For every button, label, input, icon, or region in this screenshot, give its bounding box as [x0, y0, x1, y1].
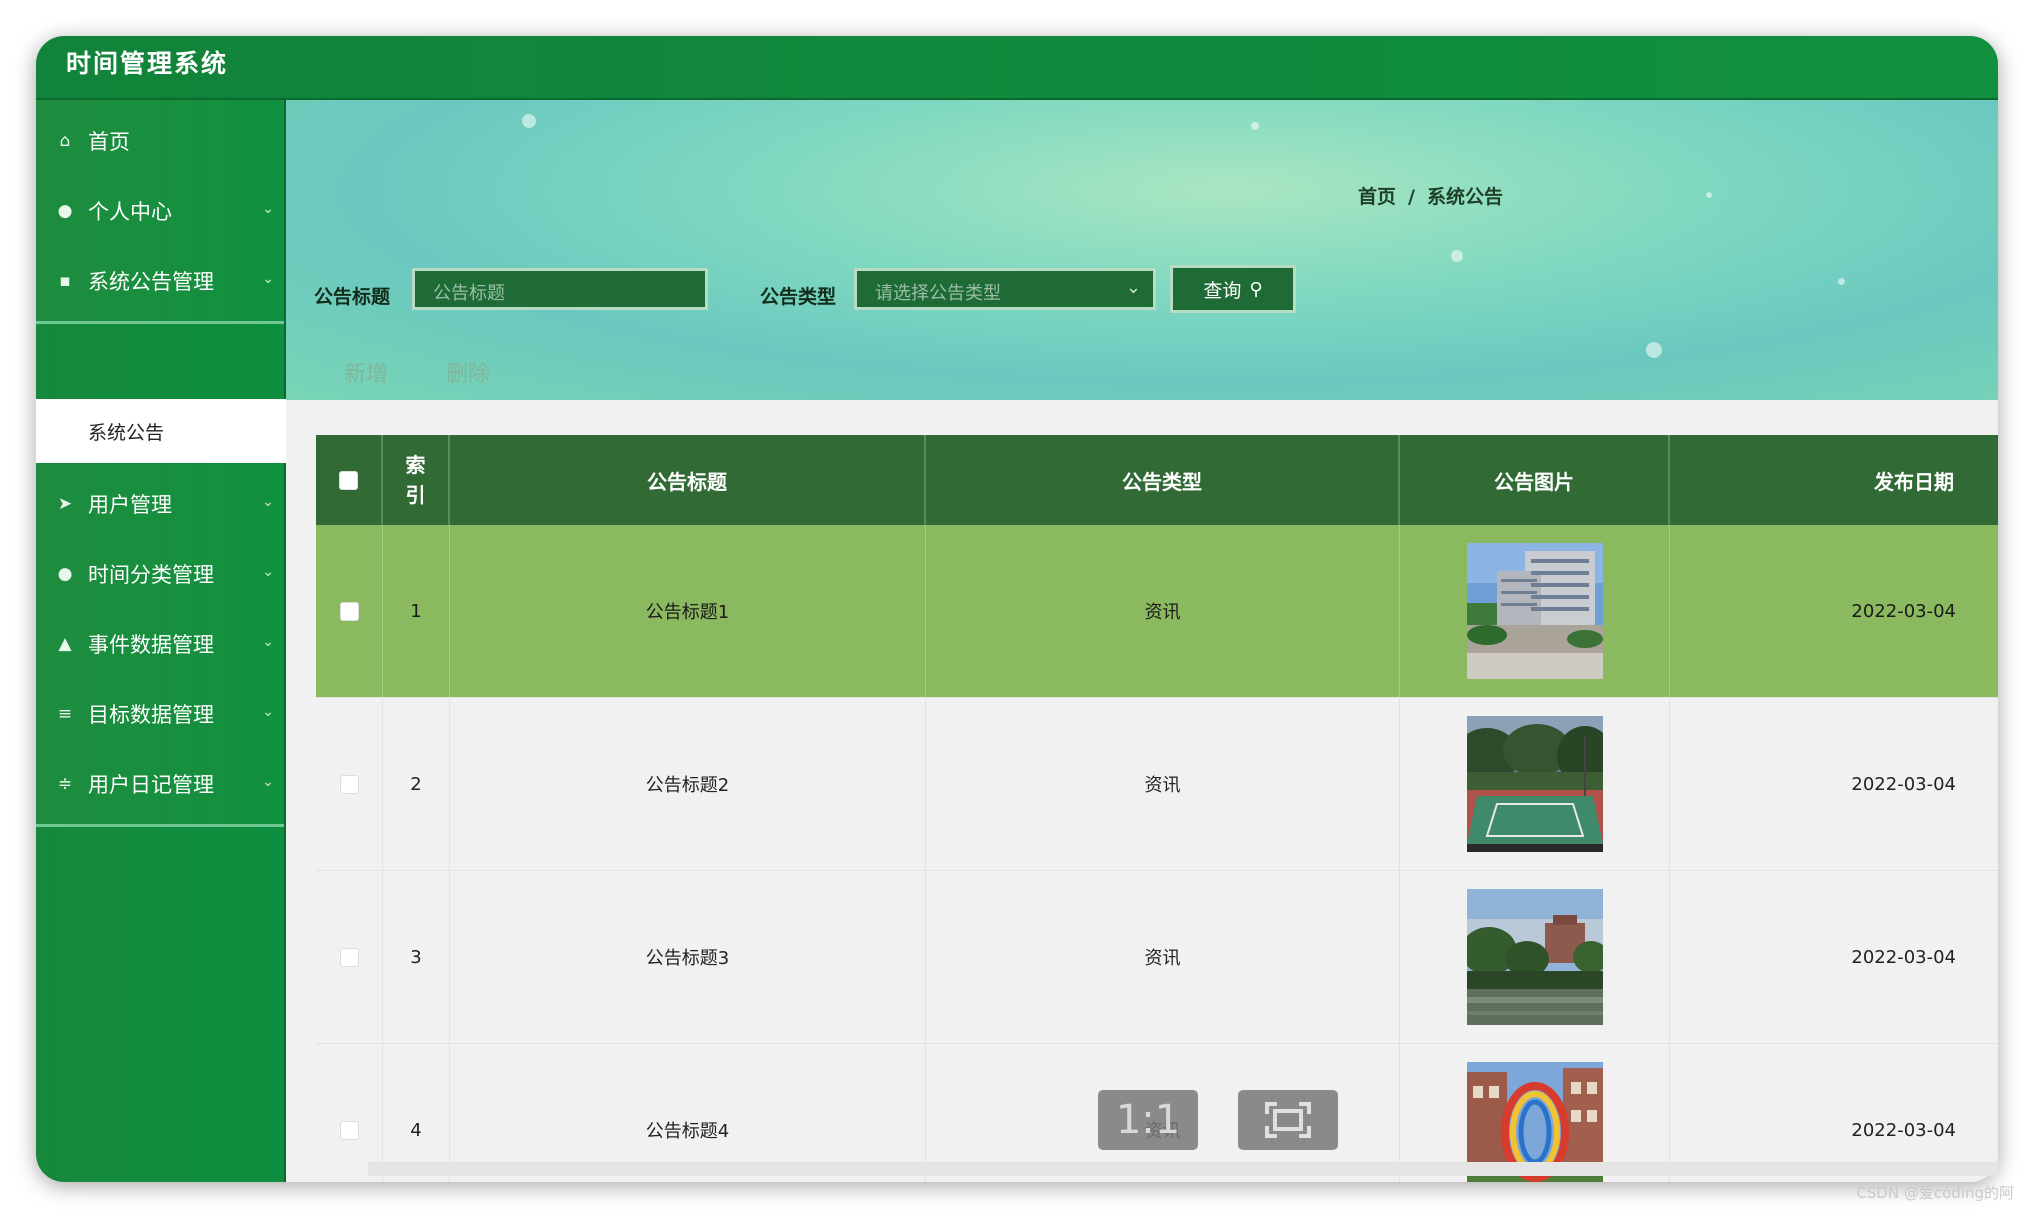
lake-building-photo[interactable]: [1466, 889, 1603, 1025]
main-content: 首页 / 系统公告 公告标题 公告标题 公告类型 请选择公告类型 ⌄ 查询 ⚲ 新增…: [286, 100, 1998, 1182]
sidebar-item-label: 个人中心: [88, 199, 172, 224]
chevron-down-icon: ⌄: [262, 774, 274, 790]
row-checkbox[interactable]: [339, 947, 359, 967]
index-cell: 2: [383, 698, 450, 870]
campus-buildings-photo[interactable]: [1466, 543, 1603, 679]
sparkle-dot: [1838, 278, 1845, 285]
breadcrumb-home[interactable]: 首页: [1358, 186, 1396, 208]
sidebar: ⌂ 首页 ● 个人中心 ⌄ ▪ 系统公告管理 ⌄ 系统公告 ➤ 用户管理 ⌄ ●…: [36, 100, 286, 1182]
basketball-court-photo[interactable]: [1466, 716, 1603, 852]
index-cell: 3: [383, 871, 450, 1043]
fit-screen-icon: [1265, 1102, 1311, 1138]
sidebar-item-label: 目标数据管理: [88, 702, 214, 727]
select-all-checkbox[interactable]: [339, 470, 358, 490]
chevron-down-icon: ⌄: [262, 704, 274, 720]
sidebar-item-label: 用户日记管理: [88, 772, 214, 797]
date-cell: 2022-03-04: [1851, 600, 1956, 622]
add-button[interactable]: 新增: [344, 356, 388, 388]
sparkle-dot: [1706, 192, 1712, 198]
pin-icon: ●: [57, 563, 73, 584]
row-select-cell: [316, 698, 383, 870]
send-icon: ➤: [57, 493, 73, 514]
image-cell: [1400, 871, 1670, 1043]
title-header: 公告标题: [450, 435, 926, 525]
top-bar: 时间管理系统: [36, 36, 1998, 100]
home-icon: ⌂: [59, 130, 71, 151]
sidebar-item-label: 用户管理: [88, 492, 172, 517]
chevron-down-icon: ⌄: [262, 634, 274, 650]
sparkle-dot: [1451, 250, 1463, 262]
table-row[interactable]: 3 公告标题3 资讯 2022-03-04: [316, 871, 1998, 1044]
title-search-input[interactable]: 公告标题: [412, 268, 708, 310]
index-header: 索 引: [383, 435, 450, 525]
announcement-table: 索 引 公告标题 公告类型 公告图片 发布日期 1 公告标题1 资讯 2022-…: [316, 435, 1998, 1182]
search-button[interactable]: 查询 ⚲: [1170, 265, 1296, 313]
delete-button[interactable]: 删除: [446, 356, 490, 388]
date-cell: 2022-03-04: [1851, 773, 1956, 795]
chevron-down-icon: ⌄: [1125, 277, 1141, 298]
title-filter-label: 公告标题: [314, 286, 391, 308]
row-select-cell: [316, 525, 383, 697]
breadcrumb-separator: /: [1408, 186, 1415, 208]
search-button-label: 查询: [1203, 279, 1242, 302]
type-select-placeholder: 请选择公告类型: [875, 283, 1001, 304]
sliders-icon: ≑: [57, 773, 73, 794]
submenu-item-announcement[interactable]: 系统公告: [36, 399, 286, 463]
fit-screen-button[interactable]: [1238, 1090, 1338, 1150]
type-cell: 资讯: [926, 525, 1400, 697]
sidebar-item-label: 首页: [88, 129, 130, 154]
sidebar-item-label: 事件数据管理: [88, 632, 214, 657]
chevron-down-icon: ⌄: [262, 494, 274, 510]
actual-size-button[interactable]: 1:1: [1098, 1090, 1198, 1150]
row-checkbox[interactable]: [339, 601, 359, 621]
app-window: 时间管理系统 ⌂ 首页 ● 个人中心 ⌄ ▪ 系统公告管理 ⌄ 系统公告 ➤ 用…: [36, 36, 1998, 1182]
table-row[interactable]: 1 公告标题1 资讯 2022-03-04: [316, 525, 1998, 698]
app-title: 时间管理系统: [66, 49, 229, 78]
date-header: 发布日期: [1874, 469, 1954, 494]
index-cell: 1: [383, 525, 450, 697]
sidebar-item-label: 时间分类管理: [88, 562, 214, 587]
row-select-cell: [316, 871, 383, 1043]
chevron-down-icon: ⌄: [262, 201, 274, 217]
chevron-down-icon: ⌄: [262, 564, 274, 580]
grid-icon: ▪: [59, 270, 71, 291]
image-cell: [1400, 698, 1670, 870]
table-row[interactable]: 2 公告标题2 资讯 2022-03-04: [316, 698, 1998, 871]
title-cell: 公告标题1: [450, 525, 926, 697]
row-checkbox[interactable]: [339, 1120, 359, 1140]
image-cell: [1400, 525, 1670, 697]
select-all-column: [316, 435, 383, 525]
breadcrumb-current: 系统公告: [1426, 186, 1503, 208]
table-header: 索 引 公告标题 公告类型 公告图片 发布日期: [316, 435, 1998, 525]
person-icon: ▲: [58, 633, 72, 654]
sidebar-item-label: 系统公告管理: [88, 269, 214, 294]
type-cell: 资讯: [926, 871, 1400, 1043]
watermark: CSDN @爱coding的阿: [1856, 1184, 2014, 1202]
type-select[interactable]: 请选择公告类型 ⌄: [854, 268, 1156, 310]
sidebar-item-user-diary[interactable]: ≑ 用户日记管理 ⌄: [36, 743, 284, 827]
row-checkbox[interactable]: [339, 774, 359, 794]
title-cell: 公告标题3: [450, 871, 926, 1043]
breadcrumb: 首页 / 系统公告: [1358, 182, 1503, 209]
user-icon: ●: [57, 200, 73, 221]
sparkle-dot: [1251, 122, 1259, 130]
type-filter-label: 公告类型: [760, 286, 837, 308]
type-header: 公告类型: [926, 435, 1400, 525]
search-icon: ⚲: [1249, 278, 1263, 300]
sparkle-dot: [1646, 342, 1662, 358]
horizontal-scrollbar[interactable]: [368, 1162, 1998, 1176]
type-cell: 资讯: [926, 698, 1400, 870]
sparkle-dot: [522, 114, 536, 128]
hero-background: [286, 100, 1998, 400]
sidebar-item-announcement-management[interactable]: ▪ 系统公告管理 ⌄: [36, 240, 284, 324]
image-header: 公告图片: [1400, 435, 1670, 525]
date-cell: 2022-03-04: [1851, 946, 1956, 968]
list-icon: ≡: [57, 703, 73, 724]
title-cell: 公告标题2: [450, 698, 926, 870]
chevron-down-icon: ⌄: [262, 271, 274, 287]
